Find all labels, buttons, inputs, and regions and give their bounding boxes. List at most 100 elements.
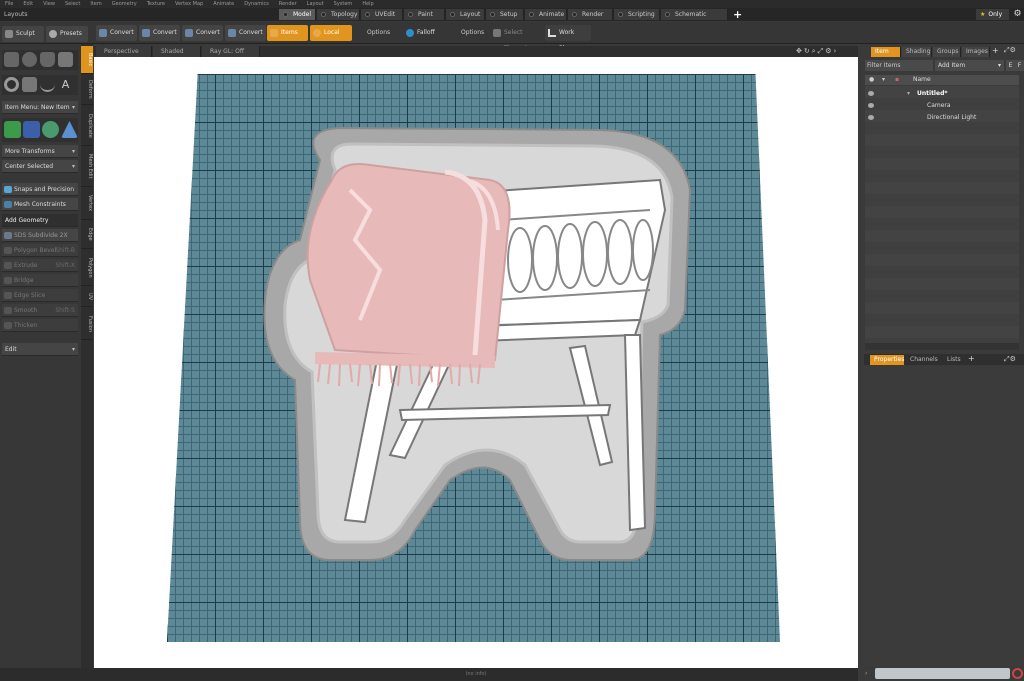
- convert-button-2[interactable]: Convert: [139, 25, 180, 41]
- edit-dropdown[interactable]: Edit ▾: [2, 343, 78, 356]
- add-tab-plus-icon[interactable]: +: [733, 8, 742, 21]
- scale-icon[interactable]: [42, 121, 59, 138]
- e-button[interactable]: E: [1006, 60, 1015, 71]
- tab-topology[interactable]: Topology: [317, 9, 360, 20]
- add-item-dropdown[interactable]: Add Item ▾: [935, 60, 1004, 71]
- filter-items-input[interactable]: Filter Items: [865, 60, 933, 71]
- tab-scripting[interactable]: Scripting: [614, 9, 660, 20]
- side-tab-deform[interactable]: Deform: [81, 75, 93, 105]
- options-button-1[interactable]: Options: [353, 25, 401, 41]
- tab-uvedit[interactable]: UVEdit: [361, 9, 403, 20]
- sds-subdivide-button[interactable]: SDS Subdivide 2X: [2, 229, 78, 242]
- menu-system[interactable]: System: [329, 1, 358, 7]
- view-type-dropdown[interactable]: Perspective: [96, 46, 152, 57]
- menu-file[interactable]: File: [0, 1, 18, 7]
- cookie-cutter-model[interactable]: [240, 120, 720, 580]
- tree-item-camera[interactable]: Camera: [865, 100, 1019, 112]
- convert-button-1[interactable]: Convert: [96, 25, 137, 41]
- add-tab-icon[interactable]: +: [992, 46, 999, 55]
- record-icon[interactable]: [1012, 668, 1023, 679]
- panel-options-icon[interactable]: ⤢⚙: [1004, 46, 1016, 55]
- sphere-icon[interactable]: [22, 52, 37, 67]
- more-transforms-dropdown[interactable]: More Transforms ▾: [2, 145, 78, 158]
- tab-images[interactable]: Images: [962, 47, 990, 57]
- menu-render[interactable]: Render: [274, 1, 302, 7]
- side-tab-edge[interactable]: Edge: [81, 221, 93, 249]
- gear-icon[interactable]: ⚙: [1012, 9, 1023, 20]
- eye-icon[interactable]: [868, 115, 874, 120]
- local-button[interactable]: Local: [310, 25, 352, 41]
- cylinder-icon[interactable]: [40, 52, 55, 67]
- torus-icon[interactable]: [4, 77, 19, 92]
- panel-options-icon[interactable]: ⤢⚙: [1004, 355, 1016, 364]
- command-history-arrow-icon[interactable]: ›: [865, 668, 874, 679]
- thicken-button[interactable]: Thicken: [2, 319, 78, 332]
- smooth-button[interactable]: Smooth Shift-S: [2, 304, 78, 317]
- polygon-bevel-button[interactable]: Polygon Bevel Shift-B: [2, 244, 78, 257]
- menu-item[interactable]: Item: [85, 1, 106, 7]
- menu-vertex-map[interactable]: Vertex Map: [170, 1, 208, 7]
- bridge-button[interactable]: Bridge: [2, 274, 78, 287]
- mesh-constraints-button[interactable]: Mesh Constraints: [2, 198, 78, 211]
- tab-layout[interactable]: Layout: [446, 9, 485, 20]
- select-through-button[interactable]: Select Through: [490, 25, 544, 52]
- tab-animate[interactable]: Animate: [525, 9, 567, 20]
- side-tab-fusion[interactable]: Fusion: [81, 308, 93, 340]
- eye-icon[interactable]: [868, 91, 874, 96]
- item-menu-dropdown[interactable]: Item Menu: New Item ▾: [2, 101, 78, 114]
- tab-model[interactable]: Model: [279, 9, 316, 20]
- tab-render[interactable]: Render: [568, 9, 613, 20]
- side-tab-polygon[interactable]: Polygon: [81, 250, 93, 286]
- work-plane-button[interactable]: Work Plane: [545, 25, 591, 52]
- cube-icon[interactable]: [4, 52, 19, 67]
- edge-slice-button[interactable]: Edge Slice: [2, 289, 78, 302]
- eye-icon[interactable]: [868, 103, 874, 108]
- viewport-nav-icons[interactable]: ✥↻⌕⤢⚙›: [796, 46, 856, 57]
- tree-item-untitled[interactable]: ▾ Untitled*: [865, 88, 1019, 100]
- falloff-button[interactable]: Falloff: [403, 25, 445, 41]
- tab-schematic-fusion[interactable]: Schematic Fusion: [661, 9, 728, 29]
- tab-item-list[interactable]: Item ...: [871, 47, 901, 65]
- tab-paint[interactable]: Paint: [404, 9, 445, 20]
- convert-button-3[interactable]: Convert: [182, 25, 223, 41]
- convert-button-4[interactable]: Convert: [225, 25, 266, 41]
- expand-arrow-icon[interactable]: ▾: [907, 88, 910, 100]
- only-toggle[interactable]: ★ Only: [976, 9, 1009, 20]
- tab-groups[interactable]: Groups: [933, 47, 961, 57]
- raygl-dropdown[interactable]: Ray GL: Off: [202, 46, 260, 57]
- layouts-menu[interactable]: Layouts: [4, 9, 28, 20]
- add-tab-icon[interactable]: +: [968, 354, 975, 363]
- side-tab-vertex[interactable]: Vertex: [81, 188, 93, 220]
- snaps-button[interactable]: Snaps and Precision: [2, 183, 78, 196]
- menu-geometry[interactable]: Geometry: [107, 1, 142, 7]
- side-tab-basic[interactable]: Basic: [81, 46, 93, 74]
- transform-icon[interactable]: [61, 121, 78, 138]
- menu-select[interactable]: Select: [60, 1, 85, 7]
- menu-dynamics[interactable]: Dynamics: [239, 1, 274, 7]
- menu-help[interactable]: Help: [357, 1, 378, 7]
- menu-edit[interactable]: Edit: [18, 1, 38, 7]
- text-icon[interactable]: A: [58, 77, 73, 92]
- curve-icon[interactable]: [40, 77, 55, 92]
- presets-button[interactable]: Presets: [46, 26, 88, 42]
- shading-dropdown[interactable]: Shaded: [153, 46, 201, 57]
- add-geometry-section[interactable]: Add Geometry: [2, 214, 78, 227]
- sculpt-button[interactable]: Sculpt: [2, 26, 44, 42]
- tab-shading[interactable]: Shading: [902, 47, 932, 57]
- side-tab-uv[interactable]: UV: [81, 287, 93, 307]
- tree-item-directional-light[interactable]: Directional Light: [865, 112, 1019, 124]
- side-tab-mesh-edit[interactable]: Mesh Edit: [81, 147, 93, 187]
- tab-channels[interactable]: Channels: [906, 355, 940, 365]
- menu-animate[interactable]: Animate: [208, 1, 239, 7]
- tab-setup[interactable]: Setup: [486, 9, 524, 20]
- tab-lists[interactable]: Lists: [943, 355, 965, 365]
- pen-icon[interactable]: [58, 52, 73, 67]
- menu-texture[interactable]: Texture: [142, 1, 170, 7]
- f-button[interactable]: F: [1015, 60, 1024, 71]
- options-button-2[interactable]: Options: [447, 25, 489, 41]
- extrude-button[interactable]: Extrude Shift-X: [2, 259, 78, 272]
- menu-layout[interactable]: Layout: [302, 1, 329, 7]
- rotate-icon[interactable]: [23, 121, 40, 138]
- tab-properties[interactable]: Properties: [870, 355, 904, 365]
- text-tool-icon[interactable]: [22, 77, 37, 92]
